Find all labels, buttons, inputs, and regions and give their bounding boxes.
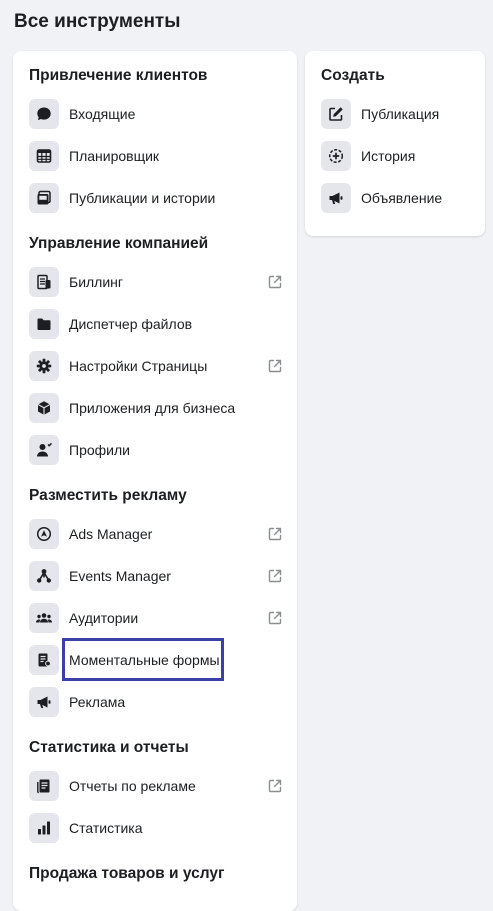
tool-item-posts-stories[interactable]: Публикации и истории <box>29 182 283 214</box>
events-manager-icon <box>29 561 59 591</box>
page-title: Все инструменты <box>14 11 181 32</box>
create-item-ad[interactable]: Объявление <box>321 182 471 214</box>
tool-item-events-manager[interactable]: Events Manager <box>29 560 283 592</box>
tool-item-label: Реклама <box>69 694 126 710</box>
gear-icon <box>29 351 59 381</box>
tool-item-audiences[interactable]: Аудитории <box>29 602 283 634</box>
cube-icon <box>29 393 59 423</box>
tool-item-statistics[interactable]: Статистика <box>29 812 283 844</box>
ad-reports-icon <box>29 771 59 801</box>
tool-item-label: Отчеты по рекламе <box>69 778 196 794</box>
tool-item-label: Настройки Страницы <box>69 358 208 374</box>
profile-icon <box>29 435 59 465</box>
tool-item-planner[interactable]: Планировщик <box>29 140 283 172</box>
tool-item-business-apps[interactable]: Приложения для бизнеса <box>29 392 283 424</box>
external-link-icon <box>267 568 283 584</box>
calendar-icon <box>29 141 59 171</box>
section-title-business-management: Управление компанией <box>29 235 209 252</box>
tool-item-label: Ads Manager <box>69 526 153 542</box>
create-item-story[interactable]: История <box>321 140 471 172</box>
tool-item-label: Планировщик <box>69 148 160 164</box>
tool-item-ad-reports[interactable]: Отчеты по рекламе <box>29 770 283 802</box>
tool-item-inbox[interactable]: Входящие <box>29 98 283 130</box>
external-link-icon <box>267 274 283 290</box>
tool-item-label: Статистика <box>69 820 143 836</box>
create-panel: Создать Публикация История Объявление <box>305 51 485 236</box>
external-link-icon <box>267 358 283 374</box>
tool-item-page-settings[interactable]: Настройки Страницы <box>29 350 283 382</box>
tool-item-ads[interactable]: Реклама <box>29 686 283 718</box>
highlight-box <box>62 638 224 681</box>
tool-item-label: Публикации и истории <box>69 190 216 206</box>
billing-icon <box>29 267 59 297</box>
section-title-create: Создать <box>321 67 385 84</box>
chat-bubble-icon <box>29 99 59 129</box>
tool-item-label: Диспетчер файлов <box>69 316 193 332</box>
create-item-label: История <box>361 148 416 164</box>
section-title-client-acquisition: Привлечение клиентов <box>29 67 208 84</box>
section-title-advertise: Разместить рекламу <box>29 487 187 504</box>
create-item-label: Публикация <box>361 106 440 122</box>
external-link-icon <box>267 526 283 542</box>
create-item-post[interactable]: Публикация <box>321 98 471 130</box>
megaphone-icon <box>29 687 59 717</box>
folder-icon <box>29 309 59 339</box>
tool-item-profiles[interactable]: Профили <box>29 434 283 466</box>
ads-manager-icon <box>29 519 59 549</box>
instant-form-icon <box>29 645 59 675</box>
external-link-icon <box>267 610 283 626</box>
bar-chart-icon <box>29 813 59 843</box>
tool-item-label: Биллинг <box>69 274 124 290</box>
section-title-sell-products: Продажа товаров и услуг <box>29 865 225 882</box>
tools-panel: Привлечение клиентов Входящие Планировщи… <box>13 51 297 911</box>
audience-icon <box>29 603 59 633</box>
external-link-icon <box>267 778 283 794</box>
tool-item-label: Events Manager <box>69 568 171 584</box>
tool-item-label: Аудитории <box>69 610 139 626</box>
tool-item-billing[interactable]: Биллинг <box>29 266 283 298</box>
tool-item-label: Приложения для бизнеса <box>69 400 236 416</box>
story-add-icon <box>321 141 351 171</box>
section-title-stats-reports: Статистика и отчеты <box>29 739 189 756</box>
posts-stories-icon <box>29 183 59 213</box>
edit-icon <box>321 99 351 129</box>
tool-item-label: Профили <box>69 442 130 458</box>
tool-item-ads-manager[interactable]: Ads Manager <box>29 518 283 550</box>
megaphone-icon <box>321 183 351 213</box>
create-item-label: Объявление <box>361 190 443 206</box>
tool-item-file-manager[interactable]: Диспетчер файлов <box>29 308 283 340</box>
tool-item-label: Входящие <box>69 106 136 122</box>
